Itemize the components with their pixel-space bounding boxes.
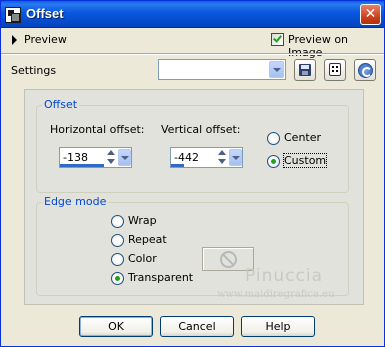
preview-row: Preview Preview on Image [1,29,384,59]
preview-on-image-checkbox[interactable] [271,33,284,46]
horizontal-offset-value: -138 [63,151,88,164]
settings-label: Settings [11,64,57,77]
vertical-offset-field[interactable]: -442 [170,147,243,168]
vertical-offset-spinner[interactable] [218,149,227,166]
horizontal-offset-field[interactable]: -138 [59,147,132,168]
vertical-offset-slider[interactable] [171,164,184,167]
randomize-button[interactable] [324,59,346,81]
radio-repeat[interactable] [111,234,124,247]
spin-down-icon[interactable] [218,159,226,164]
radio-selected-dot [115,276,120,281]
radio-center-label[interactable]: Center [284,131,321,144]
floppy-disk-icon [299,64,311,76]
radio-custom[interactable] [267,155,280,168]
offset-group-title: Offset [42,98,80,111]
close-button[interactable]: ✕ [360,4,381,25]
radio-wrap[interactable] [111,215,124,228]
radio-center[interactable] [267,132,280,145]
ok-button[interactable]: OK [79,316,153,337]
horizontal-offset-slider[interactable] [60,164,104,167]
help-button[interactable]: Help [241,316,315,337]
radio-repeat-label[interactable]: Repeat [128,233,167,246]
radio-custom-label[interactable]: Custom [282,153,328,168]
vertical-offset-label: Vertical offset: [161,123,241,136]
edge-mode-group-title: Edge mode [42,195,109,208]
radio-color-label[interactable]: Color [128,252,157,265]
horizontal-offset-dropdown-icon[interactable] [118,149,131,166]
window-title: Offset [26,6,64,21]
horizontal-offset-spinner[interactable] [107,149,116,166]
preview-toggle[interactable]: Preview [24,33,67,46]
cancel-button[interactable]: Cancel [160,316,234,337]
preview-on-image-label[interactable]: Preview on Image [288,33,384,59]
title-bar[interactable]: Offset ✕ [1,1,384,28]
no-sign-icon [220,251,237,268]
radio-color[interactable] [111,253,124,266]
settings-preset-dropdown[interactable] [158,59,286,80]
reset-button[interactable] [354,59,376,81]
spin-down-icon[interactable] [107,159,115,164]
chevron-down-icon[interactable] [269,61,284,78]
reset-icon [358,63,373,78]
radio-transparent[interactable] [111,272,124,285]
radio-transparent-label[interactable]: Transparent [128,271,193,284]
spin-up-icon[interactable] [107,150,115,155]
save-preset-button[interactable] [294,59,316,81]
expand-arrow-icon[interactable] [12,35,17,45]
watermark-url: www.maidiregrafica.eu [217,289,335,300]
dice-icon [329,63,341,76]
offset-dialog: Offset ✕ Preview Preview on Image Settin… [0,0,385,347]
spin-up-icon[interactable] [218,150,226,155]
checkmark-icon [273,33,282,43]
watermark-title: Pinuccia [245,266,323,286]
horizontal-offset-label: Horizontal offset: [50,123,145,136]
radio-selected-dot [271,159,276,164]
vertical-offset-value: -442 [174,151,199,164]
separator [1,53,384,55]
app-icon [5,7,21,23]
radio-wrap-label[interactable]: Wrap [128,214,157,227]
vertical-offset-dropdown-icon[interactable] [229,149,242,166]
